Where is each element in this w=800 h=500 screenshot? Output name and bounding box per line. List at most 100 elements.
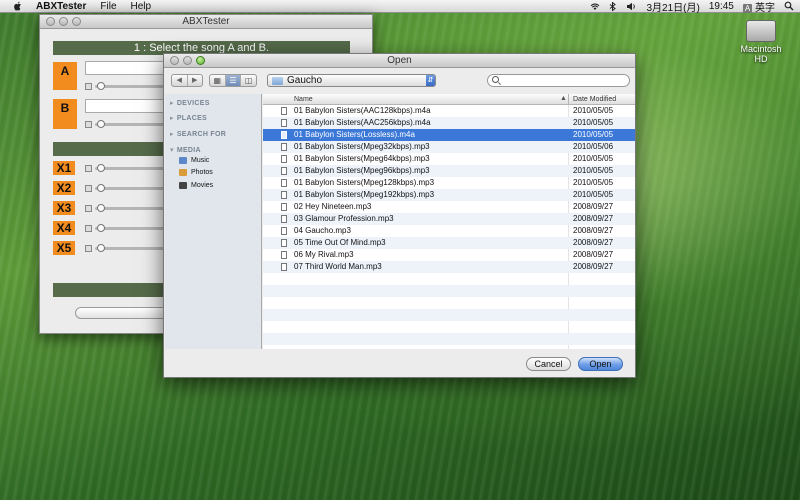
file-row[interactable]: 01 Babylon Sisters(Mpeg64kbps).mp3 2010/0… xyxy=(263,153,635,165)
audio-file-icon xyxy=(281,131,287,139)
forward-arrow-icon[interactable]: ▶ xyxy=(186,75,203,86)
file-date: 2010/05/05 xyxy=(573,166,614,175)
file-name: 01 Babylon Sisters(Mpeg192kbps).mp3 xyxy=(294,190,435,199)
open-button[interactable]: Open xyxy=(578,357,623,371)
sidebar-group-search[interactable]: SEARCH FOR xyxy=(170,130,226,138)
sidebar-group-media[interactable]: MEDIA xyxy=(170,146,201,154)
spotlight-icon[interactable] xyxy=(784,1,794,11)
list-view-icon[interactable]: ☰ xyxy=(224,75,241,86)
input-method-menu[interactable]: A 英字 xyxy=(742,0,775,14)
sidebar-item-movies[interactable]: Movies xyxy=(179,182,213,189)
empty-row xyxy=(263,321,635,333)
icon-view-icon[interactable]: ▦ xyxy=(210,75,225,86)
file-row[interactable]: 03 Glamour Profession.mp3 2008/09/27 xyxy=(263,213,635,225)
sort-ascending-icon: ▲ xyxy=(560,95,567,102)
menu-file[interactable]: File xyxy=(100,1,116,12)
zoom-button[interactable] xyxy=(196,56,205,65)
slider-knob[interactable] xyxy=(97,243,105,252)
back-arrow-icon[interactable]: ◀ xyxy=(172,75,187,86)
play-button[interactable] xyxy=(85,164,92,172)
file-row[interactable]: 01 Babylon Sisters(Mpeg32kbps).mp3 2010/0… xyxy=(263,141,635,153)
date-column-header[interactable]: Date Modified xyxy=(573,96,616,103)
minimize-button[interactable] xyxy=(183,56,192,65)
folder-path-popup[interactable]: Gaucho ⇵ xyxy=(267,74,436,87)
file-name: 01 Babylon Sisters(AAC128kbps).m4a xyxy=(294,106,431,115)
song-b-field[interactable] xyxy=(85,99,175,113)
x5-player xyxy=(85,243,175,253)
file-date: 2010/05/05 xyxy=(573,190,614,199)
file-row[interactable]: 02 Hey Nineteen.mp3 2008/09/27 xyxy=(263,201,635,213)
search-field[interactable] xyxy=(487,74,630,87)
apple-menu-icon[interactable] xyxy=(14,1,22,11)
empty-row xyxy=(263,273,635,285)
bluetooth-icon[interactable] xyxy=(609,1,617,11)
file-date: 2010/05/05 xyxy=(573,154,614,163)
sidebar-item-photos[interactable]: Photos xyxy=(179,169,213,176)
empty-row xyxy=(263,297,635,309)
column-divider[interactable] xyxy=(568,94,569,105)
file-name: 01 Babylon Sisters(AAC256kbps).m4a xyxy=(294,118,431,127)
menu-app-name[interactable]: ABXTester xyxy=(36,1,86,12)
file-date: 2008/09/27 xyxy=(573,202,614,211)
file-row[interactable]: 05 Time Out Of Mind.mp3 2008/09/27 xyxy=(263,237,635,249)
file-name: 07 Third World Man.mp3 xyxy=(294,262,382,271)
drive-label: Macintosh HD xyxy=(740,44,782,64)
play-button[interactable] xyxy=(85,120,92,128)
search-icon xyxy=(492,76,499,83)
x4-player xyxy=(85,223,175,233)
file-row[interactable]: 04 Gaucho.mp3 2008/09/27 xyxy=(263,225,635,237)
slider-knob[interactable] xyxy=(97,119,105,128)
file-row[interactable]: 06 My Rival.mp3 2008/09/27 xyxy=(263,249,635,261)
macintosh-hd-desktop-icon[interactable]: Macintosh HD xyxy=(733,20,789,64)
song-a-player xyxy=(85,81,175,91)
file-row[interactable]: 01 Babylon Sisters(AAC256kbps).m4a 2010/0… xyxy=(263,117,635,129)
open-dialog: Open ◀ ▶ ▦ ☰ ◫ Gaucho ⇵ DEVICES PLACES S… xyxy=(163,53,636,378)
file-row[interactable]: 01 Babylon Sisters(Mpeg192kbps).mp3 2010/… xyxy=(263,189,635,201)
play-button[interactable] xyxy=(85,204,92,212)
file-date: 2008/09/27 xyxy=(573,250,614,259)
name-column-header[interactable]: Name xyxy=(294,96,313,103)
slider-knob[interactable] xyxy=(97,183,105,192)
file-row[interactable]: 01 Babylon Sisters(Mpeg96kbps).mp3 2010/0… xyxy=(263,165,635,177)
sidebar-group-places[interactable]: PLACES xyxy=(170,114,207,122)
file-row[interactable]: 01 Babylon Sisters(Lossless).m4a 2010/05/… xyxy=(263,129,635,141)
file-date: 2008/09/27 xyxy=(573,238,614,247)
audio-file-icon xyxy=(281,203,287,211)
abx-titlebar[interactable]: ABXTester xyxy=(40,15,372,29)
slider-knob[interactable] xyxy=(97,81,105,90)
volume-icon[interactable] xyxy=(626,2,637,11)
file-date: 2008/09/27 xyxy=(573,214,614,223)
play-button[interactable] xyxy=(85,82,92,90)
cancel-button[interactable]: Cancel xyxy=(526,357,571,371)
column-view-icon[interactable]: ◫ xyxy=(240,75,256,86)
zoom-button[interactable] xyxy=(72,17,81,26)
file-row[interactable]: 01 Babylon Sisters(Mpeg128kbps).mp3 2010/… xyxy=(263,177,635,189)
wifi-icon[interactable] xyxy=(590,2,600,11)
sidebar-item-music[interactable]: Music xyxy=(179,157,209,164)
file-name: 01 Babylon Sisters(Lossless).m4a xyxy=(294,130,415,139)
close-button[interactable] xyxy=(46,17,55,26)
file-name: 02 Hey Nineteen.mp3 xyxy=(294,202,372,211)
file-name: 06 My Rival.mp3 xyxy=(294,250,354,259)
file-date: 2010/05/05 xyxy=(573,178,614,187)
audio-file-icon xyxy=(281,251,287,259)
sidebar-group-devices[interactable]: DEVICES xyxy=(170,99,210,107)
play-button[interactable] xyxy=(85,244,92,252)
dialog-window-controls xyxy=(170,56,205,65)
song-a-field[interactable] xyxy=(85,61,175,75)
minimize-button[interactable] xyxy=(59,17,68,26)
file-row[interactable]: 01 Babylon Sisters(AAC128kbps).m4a 2010/0… xyxy=(263,105,635,117)
close-button[interactable] xyxy=(170,56,179,65)
play-button[interactable] xyxy=(85,184,92,192)
menu-help[interactable]: Help xyxy=(131,1,152,12)
open-dialog-titlebar[interactable]: Open xyxy=(164,54,635,68)
play-button[interactable] xyxy=(85,224,92,232)
file-row[interactable]: 07 Third World Man.mp3 2008/09/27 xyxy=(263,261,635,273)
audio-file-icon xyxy=(281,155,287,163)
slider-knob[interactable] xyxy=(97,163,105,172)
menubar-time[interactable]: 19:45 xyxy=(709,1,734,12)
slider-knob[interactable] xyxy=(97,223,105,232)
menubar-date[interactable]: 3月21日(月) xyxy=(646,0,699,14)
file-name: 01 Babylon Sisters(Mpeg128kbps).mp3 xyxy=(294,178,435,187)
slider-knob[interactable] xyxy=(97,203,105,212)
